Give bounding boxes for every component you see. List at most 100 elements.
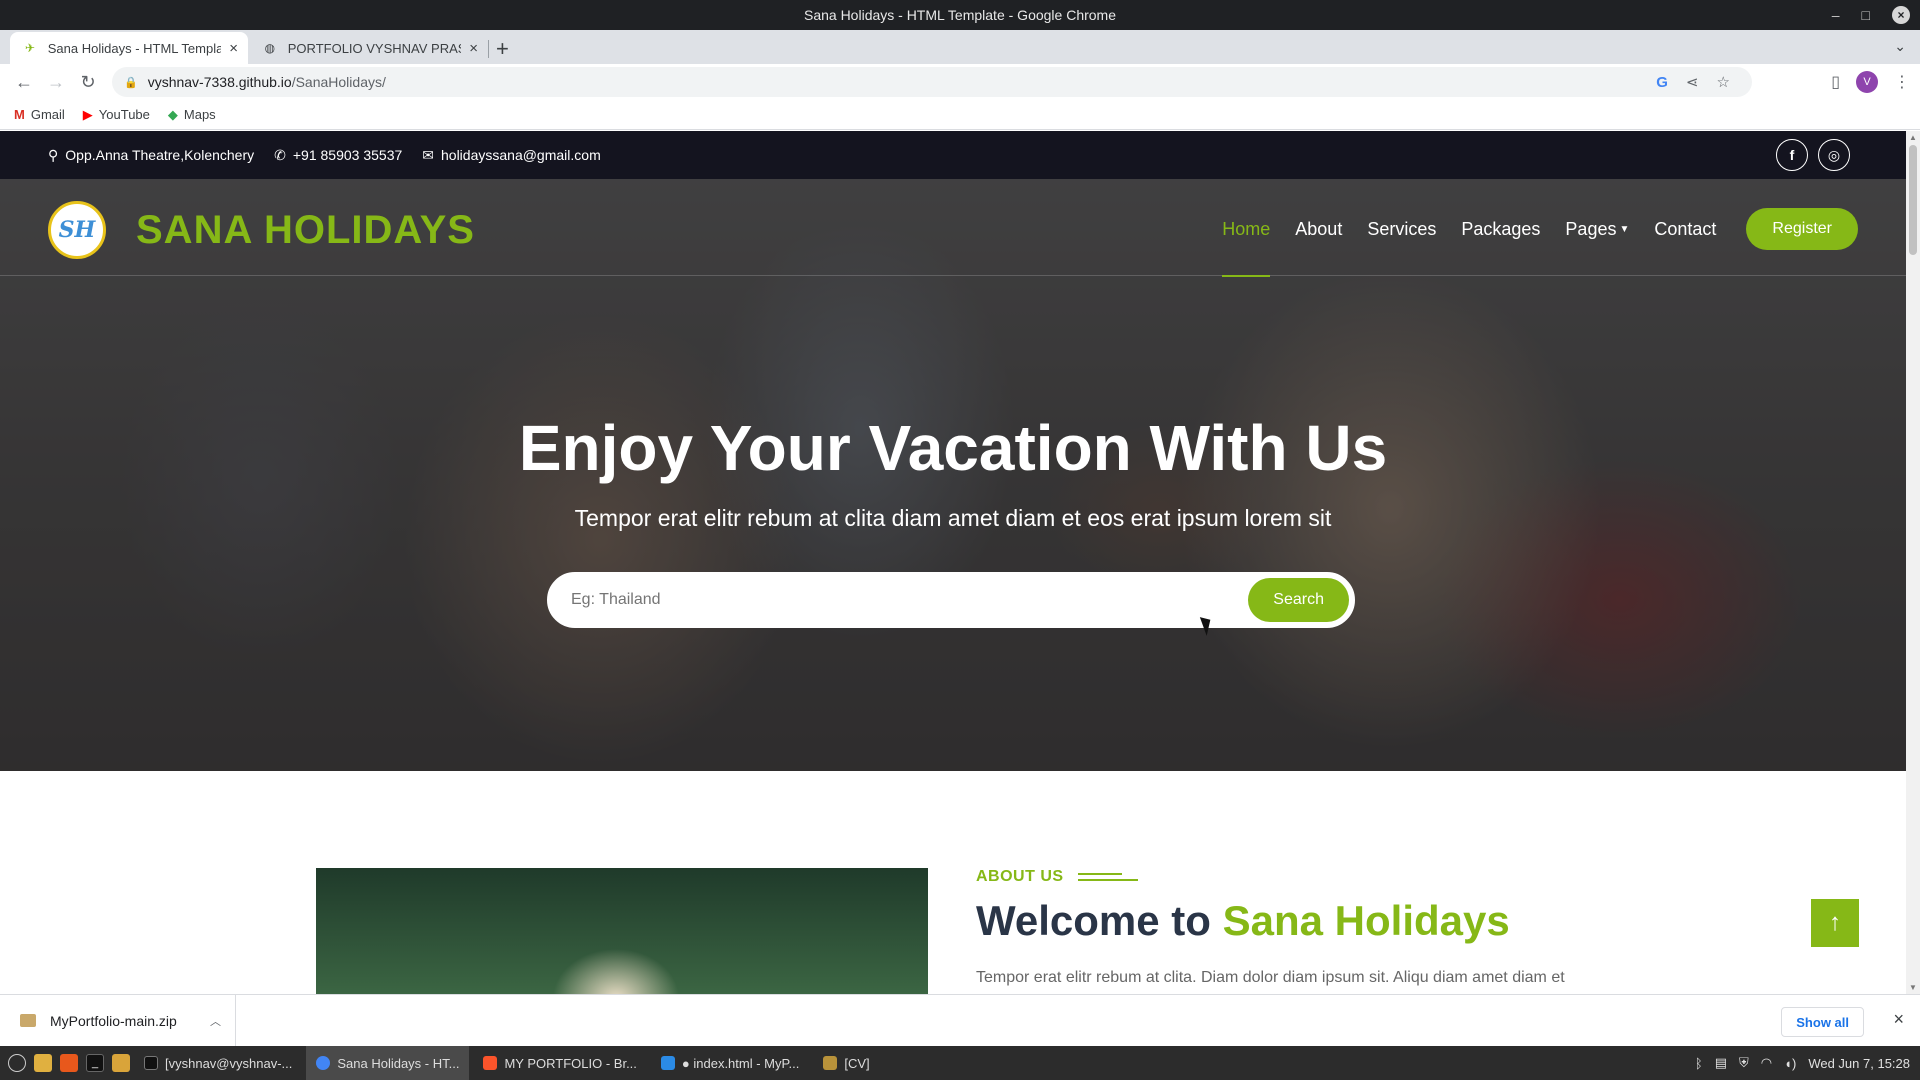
caret-down-icon: ▼ — [1619, 223, 1630, 235]
url-host: vyshnav-7338.github.io — [147, 74, 292, 90]
maximize-icon[interactable]: □ — [1862, 7, 1870, 23]
topbar-phone: ✆ +91 85903 35537 — [274, 147, 402, 164]
topbar-email: ✉ holidayssana@gmail.com — [422, 147, 600, 164]
close-window-icon[interactable]: × — [1892, 6, 1910, 24]
tab-portfolio[interactable]: ◍ PORTFOLIO VYSHNAV PRAS × — [250, 32, 488, 64]
youtube-icon: ▶ — [82, 106, 93, 122]
task-vscode[interactable]: ● index.html - MyP... — [651, 1046, 809, 1080]
tab-title: Sana Holidays - HTML Templa — [47, 40, 222, 56]
phone-icon: ✆ — [274, 146, 286, 163]
close-download-bar-icon[interactable]: × — [1893, 1009, 1904, 1030]
bookmark-label: Maps — [183, 107, 216, 122]
reload-icon[interactable]: ↻ — [72, 66, 104, 98]
nav-home[interactable]: Home — [1222, 205, 1271, 277]
about-title-accent: Sana Holidays — [1222, 897, 1510, 944]
side-panel-icon[interactable]: ▯ — [1831, 72, 1840, 92]
chevron-up-icon[interactable]: ︿ — [210, 1013, 221, 1029]
nav-contact[interactable]: Contact — [1654, 205, 1716, 253]
tab-separator — [488, 40, 489, 58]
browser-toolbar: ← → ↻ 🔒 vyshnav-7338.github.io/SanaHolid… — [0, 64, 1920, 100]
nav-about[interactable]: About — [1295, 205, 1342, 253]
address-bar[interactable]: 🔒 vyshnav-7338.github.io/SanaHolidays/ G… — [112, 67, 1752, 97]
about-section-label: ABOUT US — [976, 868, 1138, 886]
back-to-top-button[interactable]: ↑ — [1811, 899, 1859, 947]
new-tab-button[interactable]: + — [496, 36, 509, 62]
topbar-address: ⚲ Opp.Anna Theatre,Kolenchery — [48, 147, 254, 164]
forward-arrow-icon[interactable]: → — [40, 66, 72, 98]
page-scrollbar[interactable]: ▲ ▼ — [1906, 131, 1920, 994]
url-path: /SanaHolidays/ — [291, 74, 386, 90]
tab-sana-holidays[interactable]: ✈ Sana Holidays - HTML Templa × — [10, 32, 248, 64]
shield-icon[interactable]: ⛨ — [1739, 1055, 1749, 1071]
scroll-thumb[interactable] — [1909, 145, 1917, 255]
volume-icon[interactable]: ◖) — [1784, 1056, 1796, 1071]
app-menu-icon[interactable] — [8, 1054, 26, 1072]
task-cv-folder[interactable]: [CV] — [813, 1046, 879, 1080]
bookmark-gmail[interactable]: M Gmail — [14, 107, 65, 122]
about-image — [316, 868, 928, 994]
about-title: Welcome to Sana Holidays — [976, 897, 1510, 945]
tab-search-icon[interactable]: ⌄ — [1894, 38, 1906, 55]
nav-pages-label: Pages — [1565, 218, 1617, 239]
show-all-downloads-button[interactable]: Show all — [1781, 1007, 1864, 1037]
google-lens-icon[interactable]: G — [1656, 74, 1668, 91]
map-marker-icon: ⚲ — [48, 146, 59, 163]
sana-favicon-icon: ✈ — [24, 41, 35, 55]
profile-avatar[interactable]: V — [1856, 71, 1878, 93]
scroll-down-icon[interactable]: ▼ — [1909, 983, 1917, 992]
close-tab-icon[interactable]: × — [469, 40, 478, 57]
omnibox-actions: G ⋖ ☆ — [1656, 67, 1730, 97]
logo-badge-icon: SH — [48, 201, 106, 259]
nav-services[interactable]: Services — [1367, 205, 1436, 253]
bookmark-label: Gmail — [30, 107, 65, 122]
instagram-icon[interactable]: ◎ — [1818, 139, 1850, 171]
terminal-app-icon[interactable]: _ — [86, 1054, 104, 1072]
share-icon[interactable]: ⋖ — [1686, 73, 1699, 91]
facebook-icon[interactable]: f — [1776, 139, 1808, 171]
destination-search-input[interactable] — [551, 576, 1249, 624]
os-taskbar: _ [vyshnav@vyshnav-... Sana Holidays - H… — [0, 1046, 1920, 1080]
bookmark-star-icon[interactable]: ☆ — [1717, 73, 1730, 91]
hero-section: SH SANA HOLIDAYS Home About Services Pac… — [0, 179, 1906, 771]
close-tab-icon[interactable]: × — [229, 40, 238, 57]
download-bar: MyPortfolio-main.zip ︿ Show all × — [0, 994, 1920, 1046]
kebab-menu-icon[interactable]: ⋮ — [1894, 72, 1910, 92]
task-terminal[interactable]: [vyshnav@vyshnav-... — [134, 1046, 302, 1080]
about-paragraph: Tempor erat elitr rebum at clita. Diam d… — [976, 969, 1565, 986]
hero-title: Enjoy Your Vacation With Us — [518, 412, 1388, 484]
task-label: [CV] — [844, 1055, 870, 1071]
archive-file-icon — [20, 1014, 36, 1027]
scroll-up-icon[interactable]: ▲ — [1909, 133, 1917, 142]
label-lines-decoration — [1077, 873, 1138, 881]
clock[interactable]: Wed Jun 7, 15:28 — [1808, 1056, 1910, 1071]
task-label: MY PORTFOLIO - Br... — [504, 1055, 637, 1071]
bookmark-maps[interactable]: ◆ Maps — [168, 107, 216, 123]
lock-icon[interactable]: 🔒 — [124, 76, 138, 89]
phone-text: +91 85903 35537 — [292, 147, 403, 163]
bookmark-youtube[interactable]: ▶ YouTube — [83, 107, 150, 123]
vscode-icon — [660, 1056, 675, 1070]
clipboard-icon[interactable]: ▤ — [1715, 1055, 1727, 1071]
bluetooth-icon[interactable]: ᛒ — [1695, 1056, 1703, 1071]
window-title: Sana Holidays - HTML Template - Google C… — [803, 7, 1117, 23]
bookmark-label: YouTube — [98, 107, 150, 122]
files-app-icon[interactable] — [34, 1054, 52, 1072]
search-button[interactable]: Search — [1248, 578, 1349, 622]
globe-icon: ◍ — [264, 41, 276, 55]
site-logo[interactable]: SH SANA HOLIDAYS — [48, 201, 475, 259]
about-title-prefix: Welcome to — [976, 897, 1211, 944]
firefox-app-icon[interactable] — [60, 1054, 78, 1072]
register-button[interactable]: Register — [1746, 208, 1858, 250]
nav-divider — [0, 275, 1906, 276]
nav-packages[interactable]: Packages — [1461, 205, 1540, 253]
wifi-icon[interactable]: ◠ — [1761, 1055, 1772, 1071]
task-chrome[interactable]: Sana Holidays - HT... — [306, 1046, 470, 1080]
back-arrow-icon[interactable]: ← — [8, 66, 40, 98]
bookmarks-bar: M Gmail ▶ YouTube ◆ Maps — [0, 100, 1920, 130]
system-tray: ᛒ ▤ ⛨ ◠ ◖) Wed Jun 7, 15:28 — [1695, 1046, 1910, 1080]
folder-app-icon[interactable] — [112, 1054, 130, 1072]
nav-pages-dropdown[interactable]: Pages ▼ — [1565, 205, 1629, 253]
task-brave[interactable]: MY PORTFOLIO - Br... — [473, 1046, 646, 1080]
minimize-icon[interactable]: – — [1832, 7, 1840, 23]
download-item[interactable]: MyPortfolio-main.zip ︿ — [0, 995, 236, 1046]
